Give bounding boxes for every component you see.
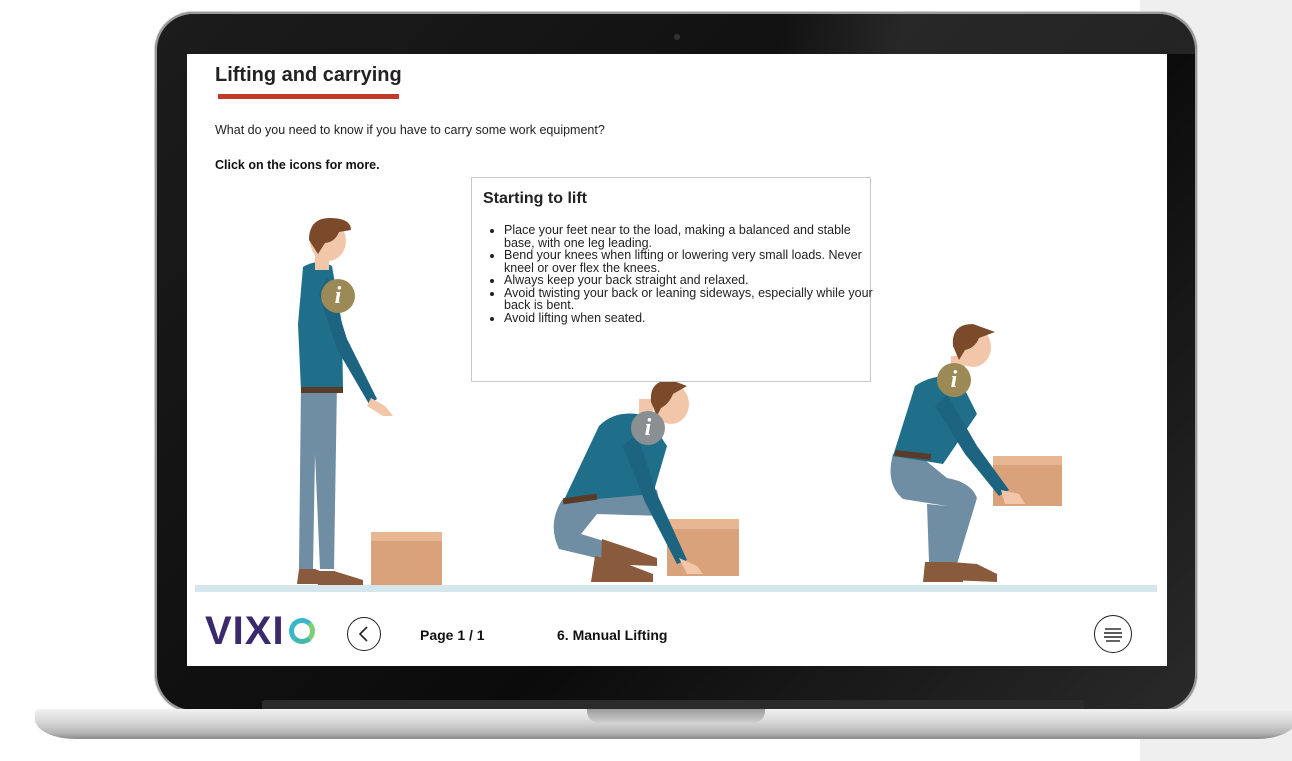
info-glyph: i xyxy=(334,283,342,309)
list-item: Place your feet near to the load, making… xyxy=(504,224,884,249)
menu-button[interactable] xyxy=(1094,615,1132,653)
info-popup: Starting to lift Place your feet near to… xyxy=(471,177,873,382)
laptop-notch xyxy=(587,709,765,723)
logo-text: VIXI xyxy=(205,608,285,653)
info-icon[interactable]: i xyxy=(631,411,665,445)
list-item: Avoid lifting when seated. xyxy=(504,311,884,325)
camera-icon xyxy=(674,34,680,40)
list-item: Bend your knees when lifting or lowering… xyxy=(504,249,884,274)
info-icon[interactable]: i xyxy=(321,279,355,313)
section-title: 6. Manual Lifting xyxy=(557,627,668,643)
menu-icon xyxy=(1104,628,1122,642)
logo-ring-icon xyxy=(288,618,315,644)
info-glyph: i xyxy=(644,415,652,441)
popup-title: Starting to lift xyxy=(483,190,587,207)
vixio-logo: VIXI xyxy=(205,608,315,653)
course-screen: Lifting and carrying What do you need to… xyxy=(187,54,1167,666)
chevron-left-icon xyxy=(358,626,368,642)
page-counter: Page 1 / 1 xyxy=(420,627,485,643)
floor-line xyxy=(195,585,1157,592)
list-item: Always keep your back straight and relax… xyxy=(504,274,884,287)
popup-list: Place your feet near to the load, making… xyxy=(484,224,884,324)
info-icon[interactable]: i xyxy=(937,363,971,397)
info-glyph: i xyxy=(950,367,958,393)
list-item: Avoid twisting your back or leaning side… xyxy=(504,286,884,312)
back-button[interactable] xyxy=(347,617,381,651)
